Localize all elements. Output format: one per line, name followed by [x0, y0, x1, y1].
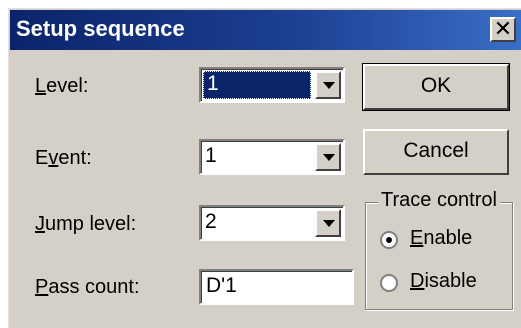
dropdown-arrow-icon[interactable]: [315, 71, 341, 99]
disable-radio[interactable]: [380, 274, 398, 292]
disable-label[interactable]: Disable: [410, 270, 477, 293]
level-value: 1: [207, 72, 219, 95]
cancel-button[interactable]: Cancel: [363, 129, 509, 175]
pass-count-input[interactable]: D'1: [199, 269, 354, 305]
event-select[interactable]: 1: [199, 139, 345, 175]
jump-level-value: 2: [205, 210, 217, 233]
pass-count-value: D'1: [206, 274, 237, 297]
enable-label[interactable]: Enable: [410, 227, 472, 250]
dropdown-arrow-icon[interactable]: [315, 143, 341, 171]
trace-control-title: Trace control: [378, 189, 500, 212]
jump-level-label: Jump level:: [35, 213, 137, 235]
window-title: Setup sequence: [16, 16, 185, 41]
enable-radio[interactable]: [380, 231, 398, 249]
pass-count-label: Pass count:: [35, 276, 140, 298]
event-value: 1: [205, 144, 217, 167]
jump-level-select[interactable]: 2: [199, 205, 345, 241]
level-label: Level:: [35, 75, 89, 97]
close-icon: ✕: [493, 16, 513, 41]
dropdown-arrow-icon[interactable]: [315, 209, 341, 237]
title-bar[interactable]: Setup sequence ✕: [10, 10, 521, 50]
level-select[interactable]: 1: [199, 67, 345, 103]
ok-button[interactable]: OK: [362, 63, 510, 111]
event-label: Event:: [35, 147, 92, 169]
setup-sequence-dialog: Setup sequence ✕ Level: 1 Event: 1 Jump …: [8, 8, 521, 328]
trace-control-group: Trace control Enable Disable: [365, 189, 513, 310]
close-button[interactable]: ✕: [490, 17, 516, 42]
